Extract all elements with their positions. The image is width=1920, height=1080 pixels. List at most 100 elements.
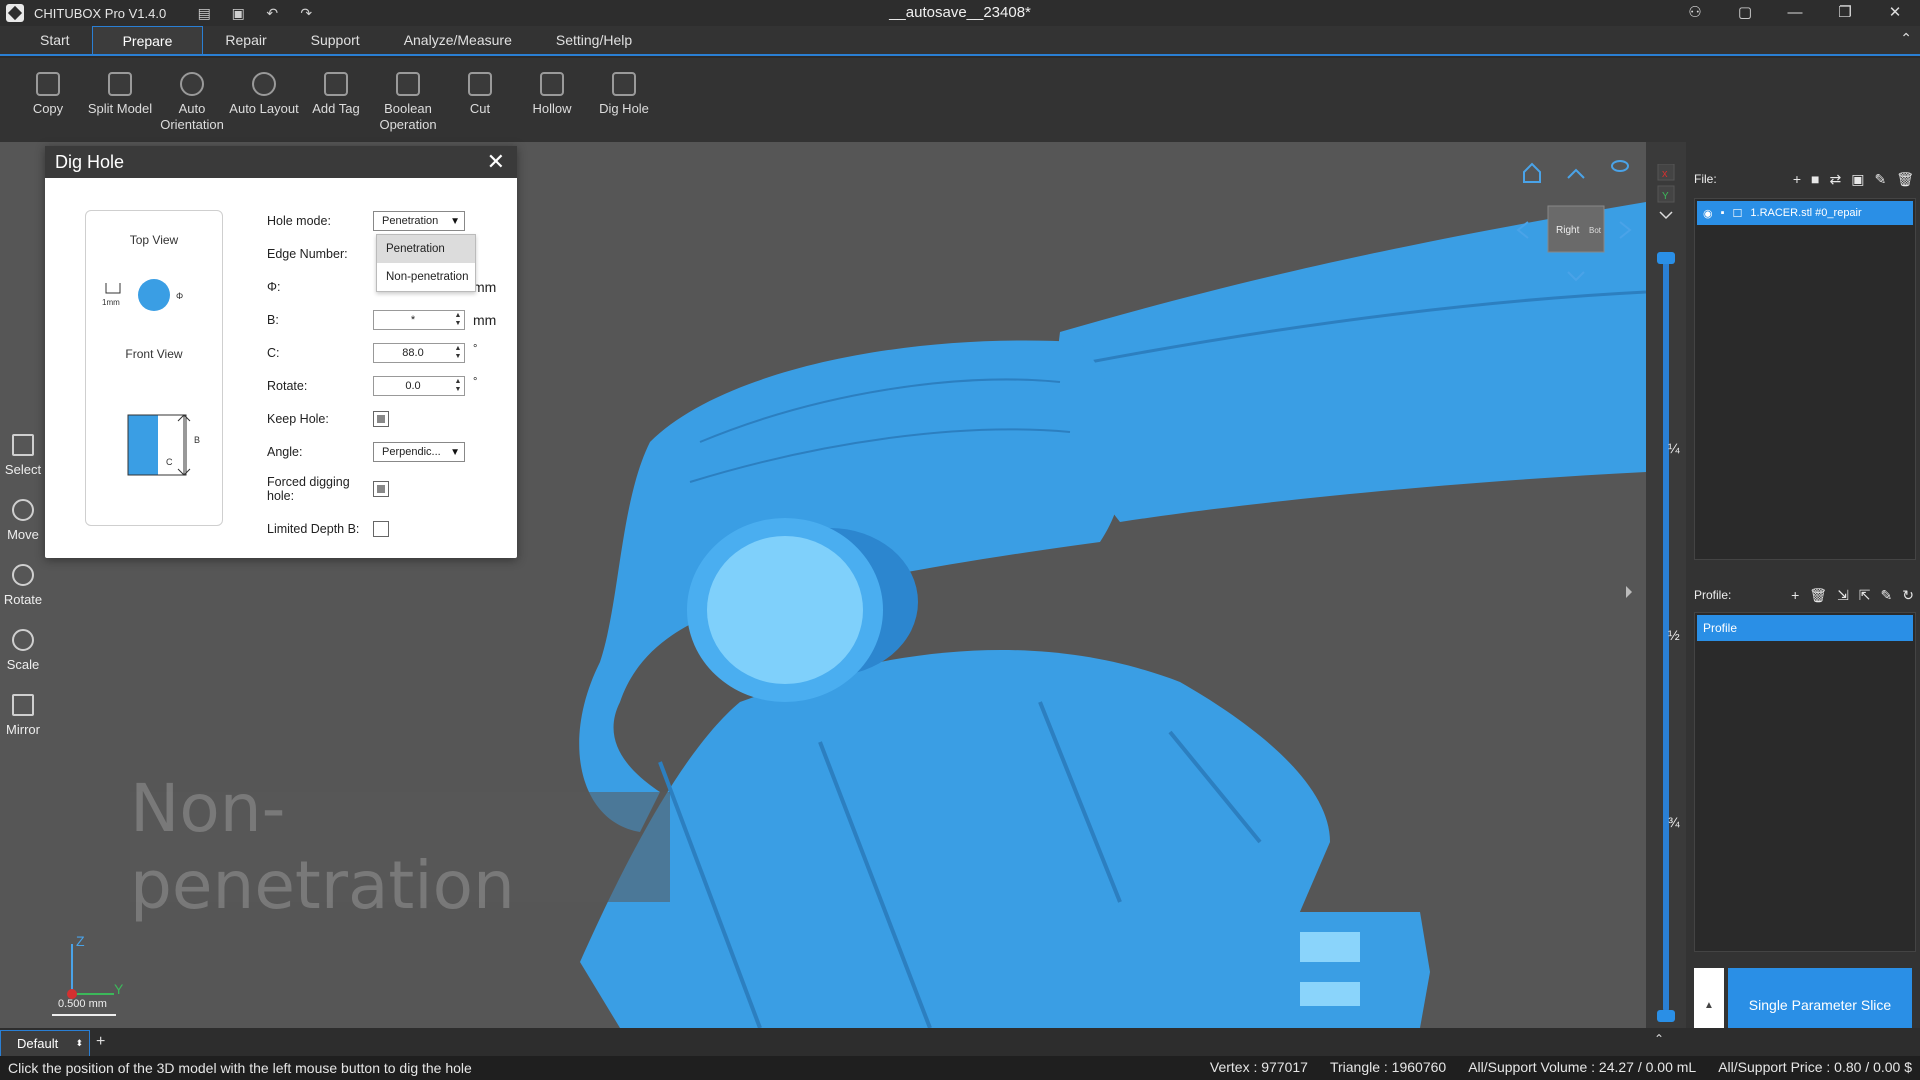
c-input[interactable]: 88.0 ▲ ▼	[373, 343, 465, 363]
keep-hole-checkbox[interactable]	[373, 411, 389, 427]
maximize-button[interactable]: ❐	[1820, 0, 1870, 26]
b-input[interactable]: * ▲ ▼	[373, 310, 465, 330]
open-file-icon[interactable]: ▤	[196, 5, 212, 21]
move-tool[interactable]: Move	[0, 499, 46, 542]
limited-depth-label: Limited Depth B:	[267, 522, 360, 536]
file-item-name: 1.RACER.stl #0_repair	[1750, 207, 1862, 219]
screen-record-icon[interactable]: ▢	[1720, 0, 1770, 26]
status-stats: Vertex : 977017 Triangle : 1960760 All/S…	[1210, 1059, 1912, 1075]
axis-z-label: Z	[76, 933, 85, 949]
auto-layout-button[interactable]: Auto Layout	[228, 58, 300, 142]
rotate-tool[interactable]: Rotate	[0, 564, 46, 607]
option-penetration[interactable]: Penetration	[377, 235, 475, 263]
keep-hole-row: Keep Hole:	[267, 408, 507, 430]
mirror-tool[interactable]: Mirror	[0, 694, 46, 737]
delete-file-icon[interactable]: 🗑	[1896, 171, 1914, 188]
expand-up-icon[interactable]: ⌃	[1654, 1032, 1664, 1046]
boolean-operation-button[interactable]: Boolean Operation	[372, 58, 444, 142]
angle-label: Angle:	[267, 445, 303, 459]
menu-prepare[interactable]: Prepare	[91, 26, 204, 54]
dialog-close-icon[interactable]: ✕	[487, 151, 505, 173]
user-icon[interactable]: ⚇	[1670, 0, 1720, 26]
minimize-button[interactable]: —	[1770, 0, 1820, 26]
forced-digging-checkbox[interactable]	[373, 481, 389, 497]
tab-sort-icon[interactable]: ⬍	[75, 1038, 83, 1049]
group-icon[interactable]: ▣	[1851, 171, 1864, 188]
visibility-eye-icon[interactable]: ◉	[1703, 207, 1713, 220]
dig-hole-button[interactable]: Dig Hole	[588, 58, 660, 142]
quick-access-toolbar: ▤ ▣ ↶ ↷	[196, 5, 314, 21]
save-icon[interactable]: ▣	[230, 5, 246, 21]
dropdown-arrow-icon: ▼	[450, 446, 460, 458]
slider-bottom-knob[interactable]	[1657, 1010, 1675, 1022]
home-view-icon[interactable]	[1523, 162, 1541, 183]
menu-analyze-measure[interactable]: Analyze/Measure	[382, 26, 534, 54]
auto-orientation-button[interactable]: Auto Orientation	[156, 58, 228, 142]
scale-tool[interactable]: Scale	[0, 629, 46, 672]
c-unit: °	[473, 343, 478, 355]
swap-icon[interactable]: ⇄	[1830, 171, 1842, 188]
file-title: File:	[1694, 172, 1717, 186]
limited-depth-checkbox[interactable]	[373, 521, 389, 537]
dig-hole-dialog: Dig Hole ✕ Top View 1mm Φ Front View B C…	[45, 146, 517, 558]
triangle-count: Triangle : 1960760	[1329, 1059, 1447, 1075]
cut-button[interactable]: Cut	[444, 58, 516, 142]
add-file-icon[interactable]: +	[1793, 171, 1801, 188]
refresh-icon[interactable]: ↻	[1902, 587, 1914, 604]
front-view-diagram: B C	[127, 414, 200, 476]
window-controls: ⚇ ▢ — ❐ ✕	[1670, 0, 1920, 26]
menu-bar: Start Prepare Repair Support Analyze/Mea…	[0, 26, 1920, 56]
rotate-input[interactable]: 0.0 ▲ ▼	[373, 376, 465, 396]
hole-mode-select[interactable]: Penetration ▼	[373, 211, 465, 231]
angle-select[interactable]: Perpendic... ▼	[373, 442, 465, 462]
menu-setting-help[interactable]: Setting/Help	[534, 26, 654, 54]
add-tab-button[interactable]: +	[96, 1033, 105, 1051]
svg-text:Bot: Bot	[1589, 226, 1602, 235]
import-profile-icon[interactable]: ⇲	[1837, 587, 1849, 604]
b-label: B:	[267, 313, 279, 327]
split-model-button[interactable]: Split Model	[84, 58, 156, 142]
undo-icon[interactable]: ↶	[264, 5, 280, 21]
visibility-eye-icon[interactable]	[1611, 160, 1629, 172]
export-profile-icon[interactable]: ⇱	[1859, 587, 1871, 604]
spin-arrows-icon[interactable]: ▲ ▼	[452, 312, 464, 328]
svg-text:Φ: Φ	[176, 291, 183, 301]
close-window-button[interactable]: ✕	[1870, 0, 1920, 26]
delete-profile-icon[interactable]: 🗑	[1809, 587, 1827, 604]
add-profile-icon[interactable]: +	[1791, 587, 1799, 604]
dropdown-arrow-icon: ▼	[450, 215, 460, 227]
edit-icon[interactable]: ✎	[1874, 171, 1886, 188]
option-non-penetration[interactable]: Non-penetration	[377, 263, 475, 291]
rotate-unit: °	[473, 376, 478, 388]
select-all-icon[interactable]: ■	[1811, 171, 1819, 188]
spin-arrows-icon[interactable]: ▲ ▼	[452, 345, 464, 361]
menu-repair[interactable]: Repair	[203, 26, 288, 54]
hole-preview: Top View 1mm Φ Front View B C	[85, 210, 223, 526]
spin-arrows-icon[interactable]: ▲ ▼	[452, 378, 464, 394]
file-checkbox[interactable]: ☐	[1733, 207, 1743, 220]
boolean-operation-icon	[396, 72, 420, 96]
dialog-header: Dig Hole ✕	[45, 146, 517, 178]
rotate-label: Rotate:	[267, 379, 308, 393]
hollow-button[interactable]: Hollow	[516, 58, 588, 142]
scale-label: 0.500 mm	[58, 998, 107, 1010]
menu-start[interactable]: Start	[0, 26, 92, 54]
vertex-count: Vertex : 977017	[1209, 1059, 1308, 1075]
redo-icon[interactable]: ↷	[298, 5, 314, 21]
hollow-icon	[540, 72, 564, 96]
copy-button[interactable]: Copy	[12, 58, 84, 142]
edit-profile-icon[interactable]: ✎	[1881, 587, 1893, 604]
expand-panel-icon[interactable]	[1626, 586, 1632, 598]
rotate-icon	[12, 564, 34, 586]
menu-support[interactable]: Support	[289, 26, 382, 54]
dig-hole-icon	[612, 72, 636, 96]
svg-text:x: x	[1662, 168, 1668, 180]
tab-default[interactable]: Default ⬍	[0, 1030, 90, 1056]
slider-top-knob[interactable]	[1657, 252, 1675, 264]
select-tool[interactable]: Select	[0, 434, 46, 477]
file-header: File: + ■ ⇄ ▣ ✎ 🗑	[1694, 166, 1914, 192]
collapse-ribbon-icon[interactable]: ⌃	[1900, 30, 1912, 47]
profile-list-item[interactable]: Profile	[1697, 615, 1913, 641]
add-tag-button[interactable]: Add Tag	[300, 58, 372, 142]
file-list-item[interactable]: ◉ ▪ ☐ 1.RACER.stl #0_repair	[1697, 201, 1913, 225]
